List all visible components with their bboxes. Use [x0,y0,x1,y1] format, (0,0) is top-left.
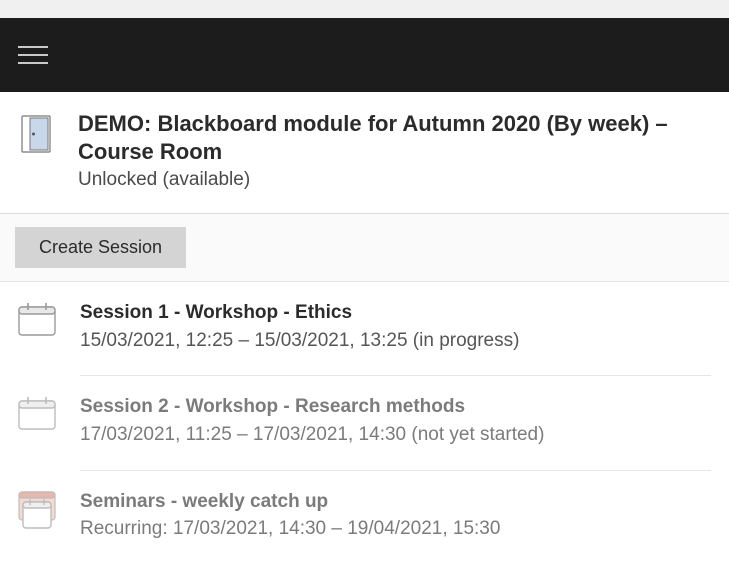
session-item[interactable]: Session 1 - Workshop - Ethics 15/03/2021… [0,282,729,376]
calendar-icon [18,396,56,435]
session-item[interactable]: Session 2 - Workshop - Research methods … [0,376,729,470]
create-session-button[interactable]: Create Session [15,227,186,268]
session-title: Session 2 - Workshop - Research methods [80,394,711,420]
top-strip [0,0,729,18]
session-title: Session 1 - Workshop - Ethics [80,300,711,326]
session-detail: 15/03/2021, 12:25 – 15/03/2021, 13:25 (i… [80,328,711,354]
app-header-bar [0,18,729,92]
course-room-header[interactable]: DEMO: Blackboard module for Autumn 2020 … [0,92,729,214]
door-icon [18,114,54,159]
course-room-text: DEMO: Blackboard module for Autumn 2020 … [78,110,711,191]
calendar-icon [18,302,56,341]
session-item[interactable]: Seminars - weekly catch up Recurring: 17… [0,471,729,564]
course-room-title: DEMO: Blackboard module for Autumn 2020 … [78,110,711,165]
session-title: Seminars - weekly catch up [80,489,711,515]
menu-hamburger-icon[interactable] [18,40,48,70]
session-detail: 17/03/2021, 11:25 – 17/03/2021, 14:30 (n… [80,422,711,448]
session-detail: Recurring: 17/03/2021, 14:30 – 19/04/202… [80,516,711,542]
recurring-calendar-icon [18,491,56,536]
session-list: Session 1 - Workshop - Ethics 15/03/2021… [0,282,729,564]
toolbar: Create Session [0,214,729,282]
course-room-status: Unlocked (available) [78,169,711,191]
